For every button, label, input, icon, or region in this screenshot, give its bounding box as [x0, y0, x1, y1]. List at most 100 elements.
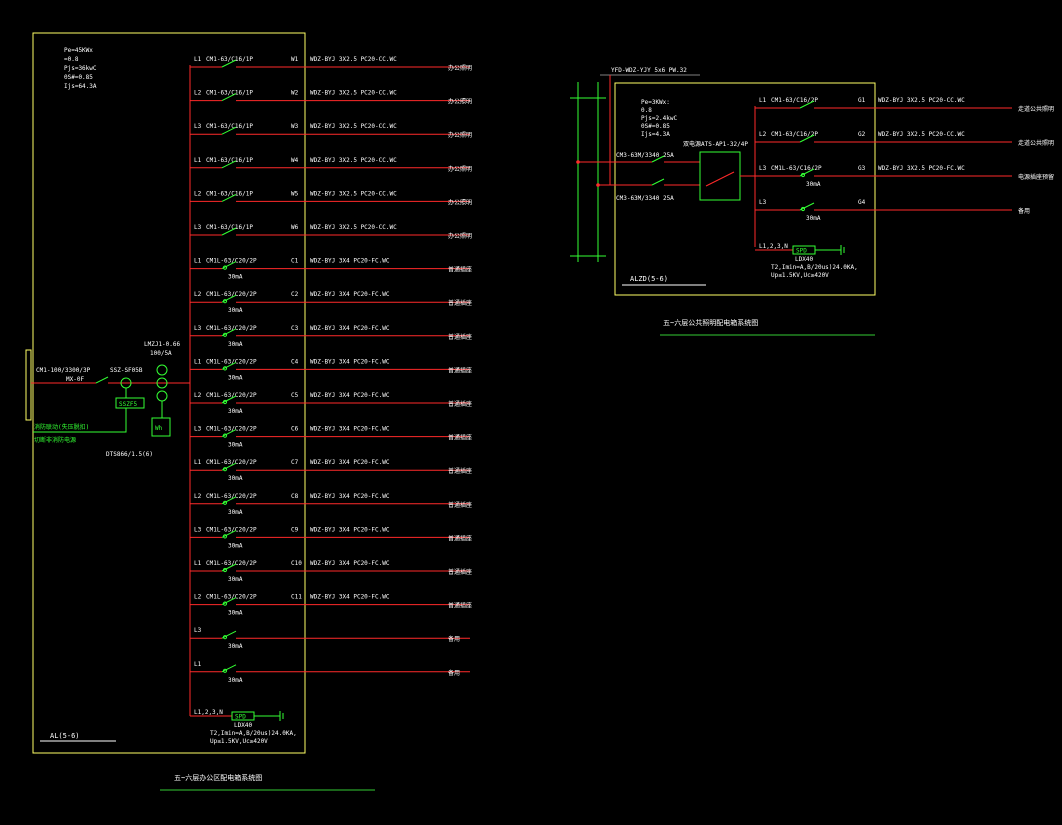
circuit-cable: WDZ-BYJ 3X2.5 PC20-CC.WC	[310, 56, 397, 63]
circuit-row: L2 CM1L-63/C20/2P30mAC8 WDZ-BYJ 3X4 PC20-F…	[190, 493, 472, 516]
spd-box-label: SPD	[796, 248, 807, 255]
circuit-row: L1 30mA 备用	[190, 661, 470, 684]
circuit-breaker: CM1-63/C16/1P	[206, 56, 253, 63]
panel2-input-label-2: CM3-63M/3340 25A	[616, 195, 674, 202]
panel1-incoming: CM1-100/3300/3P MX-0F SSZ-SF05B SSZF5 LM…	[25, 341, 190, 458]
circuit-switch	[221, 664, 237, 673]
panel2-input-label-1: CM3-63M/3340 25A	[616, 152, 674, 159]
circuit-load: 备用	[448, 635, 460, 643]
circuit-load: 普通插座	[448, 467, 472, 475]
circuit-row: L2 CM1L-63/C20/2P30mAC2 WDZ-BYJ 3X4 PC20-F…	[190, 291, 472, 314]
panel1-param: Pjs=36kwC	[64, 65, 97, 72]
circuit-row: L1 CM1-63/C16/2P G1 WDZ-BYJ 3X2.5 PC20-CC.W…	[755, 97, 1054, 113]
panel1-fire-note-2: 切断非消防电源	[34, 436, 76, 444]
circuit-id: C2	[291, 291, 299, 298]
circuit-row: L3 30mA 备用	[190, 627, 470, 650]
circuit-switch	[799, 202, 815, 211]
circuit-cable: WDZ-BYJ 3X4 PC20-FC.WC	[310, 560, 390, 567]
circuit-phase: L3	[759, 199, 767, 206]
circuit-phase: L3	[759, 165, 767, 172]
circuit-load: 走道公共照明	[1018, 105, 1054, 113]
circuit-row: L1 CM1L-63/C20/2P30mAC7 WDZ-BYJ 3X4 PC20-F…	[190, 459, 472, 482]
circuit-id: C6	[291, 426, 299, 433]
circuit-rcd: 30mA	[228, 509, 243, 516]
circuit-cable: WDZ-BYJ 3X2.5 PC20-CC.WC	[310, 90, 397, 97]
circuit-row: L2 CM1-63/C16/1P W2 WDZ-BYJ 3X2.5 PC20-CC.W…	[190, 90, 472, 106]
circuit-load: 办公照明	[448, 165, 472, 173]
circuit-phase: L2	[194, 190, 202, 197]
circuit-row: L2 CM1L-63/C20/2P30mAC11 WDZ-BYJ 3X4 PC20-…	[190, 594, 472, 617]
panel1-meter-model: DTS866/1.5(6)	[106, 451, 153, 458]
panel1-ct-ratio: 100/5A	[150, 350, 172, 357]
panel1-title: 五~六层办公区配电箱系统图	[174, 773, 262, 782]
circuit-phase: L2	[194, 90, 202, 97]
circuit-id: C1	[291, 258, 299, 265]
panel1-incoming-terminal	[25, 349, 32, 421]
spd-model: LDX40	[795, 256, 813, 263]
circuit-load: 普通插座	[448, 568, 472, 576]
circuit-breaker: CM1-63/C16/2P	[771, 97, 818, 104]
panel2-circuits: L1 CM1-63/C16/2P G1 WDZ-BYJ 3X2.5 PC20-CC.W…	[755, 97, 1054, 222]
circuit-rcd: 30mA	[228, 643, 243, 650]
panel1-spd-box-label: SSZF5	[119, 401, 137, 408]
circuit-cable: WDZ-BYJ 3X2.5 PC20-CC.WC	[310, 190, 397, 197]
circuit-cable: WDZ-BYJ 3X4 PC20-FC.WC	[310, 258, 390, 265]
circuit-cable: WDZ-BYJ 3X4 PC20-FC.WC	[310, 426, 390, 433]
panel1-main-switch-label: MX-0F	[66, 376, 84, 383]
circuit-phase: L3	[194, 224, 202, 231]
panel1-frame	[32, 32, 306, 754]
circuit-rcd: 30mA	[228, 408, 243, 415]
circuit-load: 普通插座	[448, 299, 472, 307]
circuit-load: 普通插座	[448, 333, 472, 341]
circuit-id: W3	[291, 123, 299, 130]
circuit-breaker: CM1-63/C16/1P	[206, 90, 253, 97]
panel1-param: Ijs=64.3A	[64, 83, 97, 90]
panel1-circuits: L1 CM1-63/C16/1P W1 WDZ-BYJ 3X2.5 PC20-CC.W…	[190, 56, 472, 684]
circuit-breaker: CM1-63/C16/1P	[206, 157, 253, 164]
panel2-name: ALZD(5-6)	[630, 275, 668, 283]
circuit-load: 普通插座	[448, 366, 472, 374]
panel1-ct-symbol	[156, 390, 168, 402]
circuit-load: 普通插座	[448, 534, 472, 542]
spd-spec-1: T2,Imin=A,B/20us)24.0KA,	[771, 264, 858, 271]
circuit-switch	[221, 630, 237, 639]
spd-spec-2: Up≤1.5KV,Uc≥420V	[771, 272, 829, 279]
spd-spec-2: Up≤1.5KV,Uc≥420V	[210, 738, 268, 745]
circuit-id: C3	[291, 325, 299, 332]
panel2-param: Pjs=2.4kwC	[641, 115, 678, 122]
circuit-phase: L1	[194, 358, 202, 365]
panel2-inputs: CM3-63M/3340 25A CM3-63M/3340 25A 双电源ATS…	[610, 140, 755, 202]
circuit-row: L3 CM1L-63/C20/2P30mAC3 WDZ-BYJ 3X4 PC20-F…	[190, 325, 472, 348]
cad-drawing-canvas: Pe=45KWx =0.8 Pjs=36kwC 0S#=0.85 Ijs=64.…	[25, 32, 1054, 791]
circuit-phase: L2	[759, 131, 767, 138]
circuit-row: L1 CM1L-63/C20/2P30mAC1 WDZ-BYJ 3X4 PC20-F…	[190, 258, 472, 281]
panel2-ats-box	[699, 151, 741, 201]
circuit-breaker: CM1-63/C16/1P	[206, 123, 253, 130]
circuit-phase: L3	[194, 123, 202, 130]
circuit-id: C5	[291, 392, 299, 399]
panel1-ct-spec: LMZJ1-0.66	[144, 341, 181, 348]
panel-al-5-6: Pe=45KWx =0.8 Pjs=36kwC 0S#=0.85 Ijs=64.…	[25, 32, 472, 791]
spd-box-label: SPD	[235, 714, 246, 721]
circuit-phase: L3	[194, 426, 202, 433]
circuit-rcd: 30mA	[228, 341, 243, 348]
panel-alzd-5-6: YFD-WDZ-YJY 5x6 PW.32 Pe=3KWx: 0.8 Pjs=2…	[570, 67, 1054, 336]
circuit-rcd: 30mA	[228, 677, 243, 684]
spd-model: LDX40	[234, 722, 252, 729]
circuit-id: W5	[291, 190, 299, 197]
circuit-load: 普通插座	[448, 434, 472, 442]
circuit-id: C7	[291, 459, 299, 466]
circuit-cable: WDZ-BYJ 3X4 PC20-FC.WC	[310, 459, 390, 466]
circuit-load: 普通插座	[448, 266, 472, 274]
circuit-id: G1	[858, 97, 866, 104]
circuit-cable: WDZ-BYJ 3X4 PC20-FC.WC	[310, 594, 390, 601]
circuit-id: C9	[291, 526, 299, 533]
circuit-load: 办公照明	[448, 232, 472, 240]
circuit-row: L3 CM1-63/C16/1P W3 WDZ-BYJ 3X2.5 PC20-CC.W…	[190, 123, 472, 139]
circuit-rcd: 30mA	[228, 274, 243, 281]
circuit-load: 普通插座	[448, 602, 472, 610]
circuit-cable: WDZ-BYJ 3X2.5 PC20-CC.WC	[310, 123, 397, 130]
circuit-cable: WDZ-BYJ 3X2.5 PC20-CC.WC	[878, 131, 965, 138]
circuit-rcd: 30mA	[806, 215, 821, 222]
panel2-param: 0.8	[641, 107, 652, 114]
